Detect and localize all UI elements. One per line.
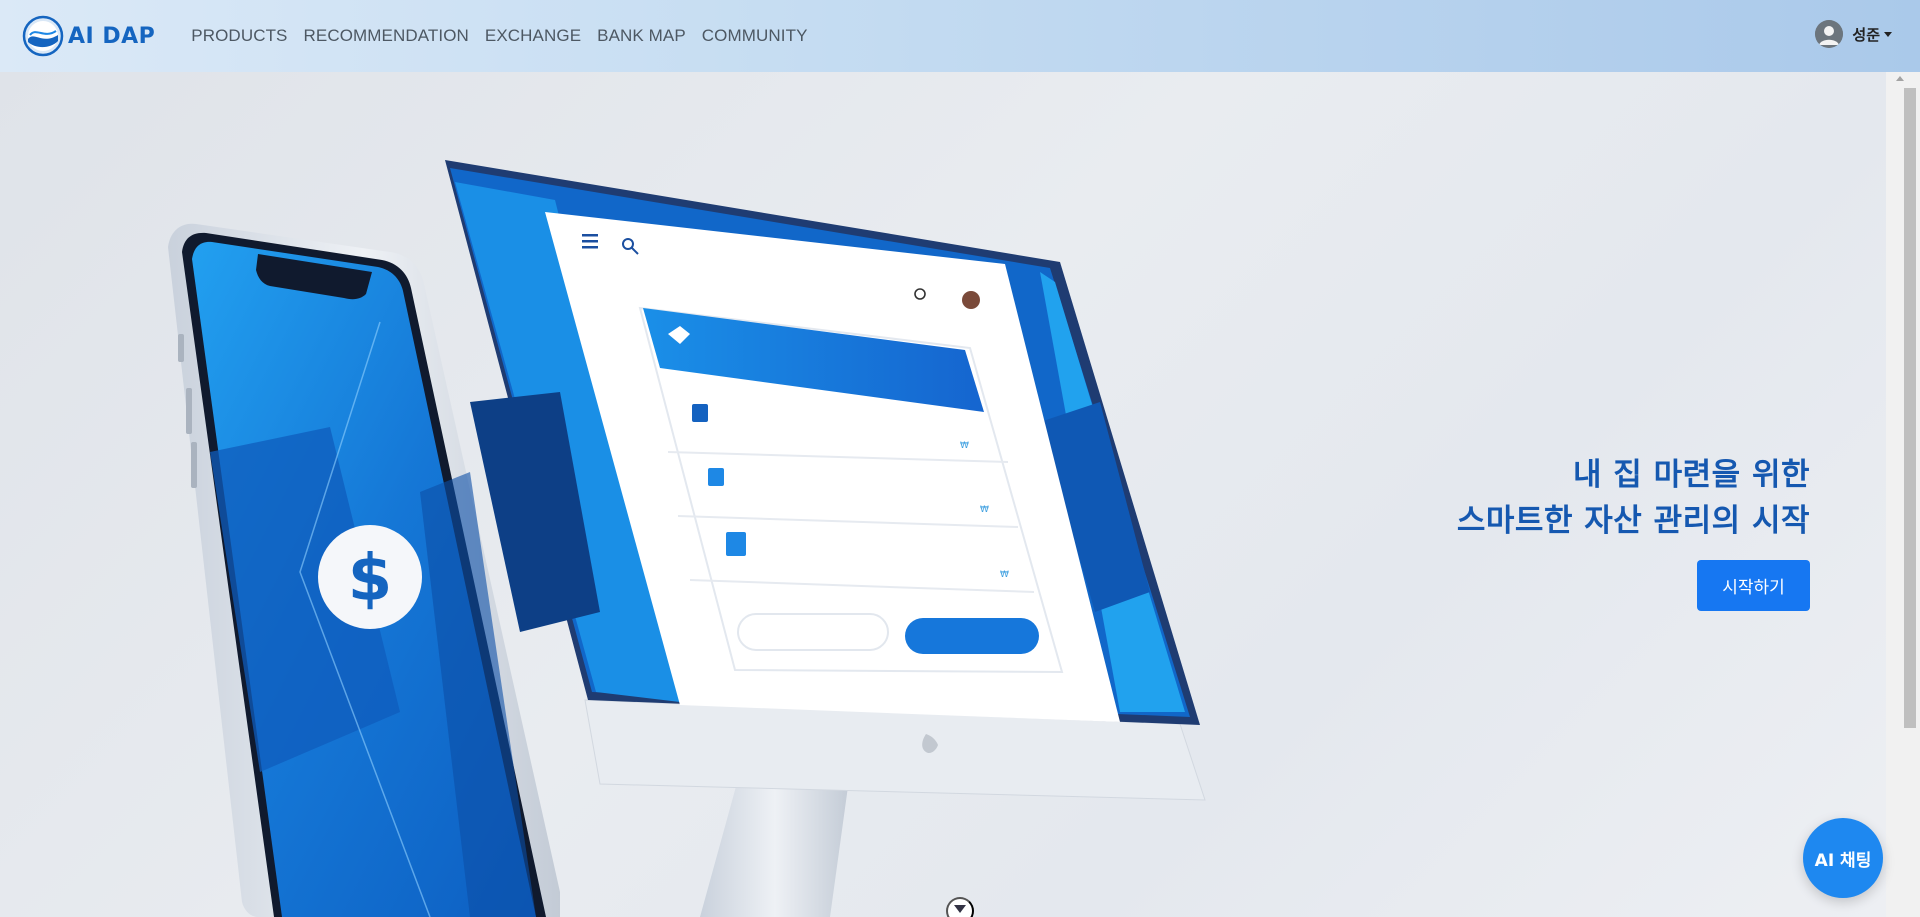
nav-bank-map[interactable]: BANK MAP xyxy=(597,26,686,46)
user-name: 성준 xyxy=(1852,25,1880,44)
hero-section: ₩ ₩ ₩ $ 내 집 마련을 위한 스마트한 자산 관리의 시작 시작하기 xyxy=(0,72,1886,917)
start-button[interactable]: 시작하기 xyxy=(1697,560,1810,611)
hero-headline: 내 집 마련을 위한 스마트한 자산 관리의 시작 xyxy=(1457,452,1810,544)
hero-headline-line1: 내 집 마련을 위한 xyxy=(1572,457,1810,493)
scrollbar-thumb[interactable] xyxy=(1904,88,1916,728)
main-nav: PRODUCTS RECOMMENDATION EXCHANGE BANK MA… xyxy=(183,26,815,46)
nav-products[interactable]: PRODUCTS xyxy=(191,26,287,46)
scroll-up-arrow-icon[interactable] xyxy=(1896,76,1904,81)
caret-down-icon xyxy=(1884,31,1892,37)
brand-name: AI DAP xyxy=(68,23,156,49)
nav-community[interactable]: COMMUNITY xyxy=(702,26,808,46)
svg-text:₩: ₩ xyxy=(1000,570,1009,580)
nav-exchange[interactable]: EXCHANGE xyxy=(485,26,581,46)
user-avatar-icon xyxy=(1815,20,1844,48)
scroll-down-button[interactable] xyxy=(946,897,974,917)
dollar-sign-icon: $ xyxy=(348,542,393,616)
hero-headline-line2: 스마트한 자산 관리의 시작 xyxy=(1456,503,1810,539)
svg-text:₩: ₩ xyxy=(960,441,969,451)
user-menu-toggle[interactable]: 성준 xyxy=(1815,20,1892,48)
chevron-down-icon xyxy=(954,905,966,913)
top-navbar: AI DAP PRODUCTS RECOMMENDATION EXCHANGE … xyxy=(0,0,1920,72)
monitor-stand xyxy=(700,772,850,917)
svg-text:₩: ₩ xyxy=(980,505,989,515)
ai-chat-button[interactable]: AI 채팅 xyxy=(1803,818,1883,898)
wave-globe-logo-icon xyxy=(22,15,64,57)
nav-recommendation[interactable]: RECOMMENDATION xyxy=(304,26,469,46)
brand-link[interactable]: AI DAP xyxy=(22,15,155,57)
